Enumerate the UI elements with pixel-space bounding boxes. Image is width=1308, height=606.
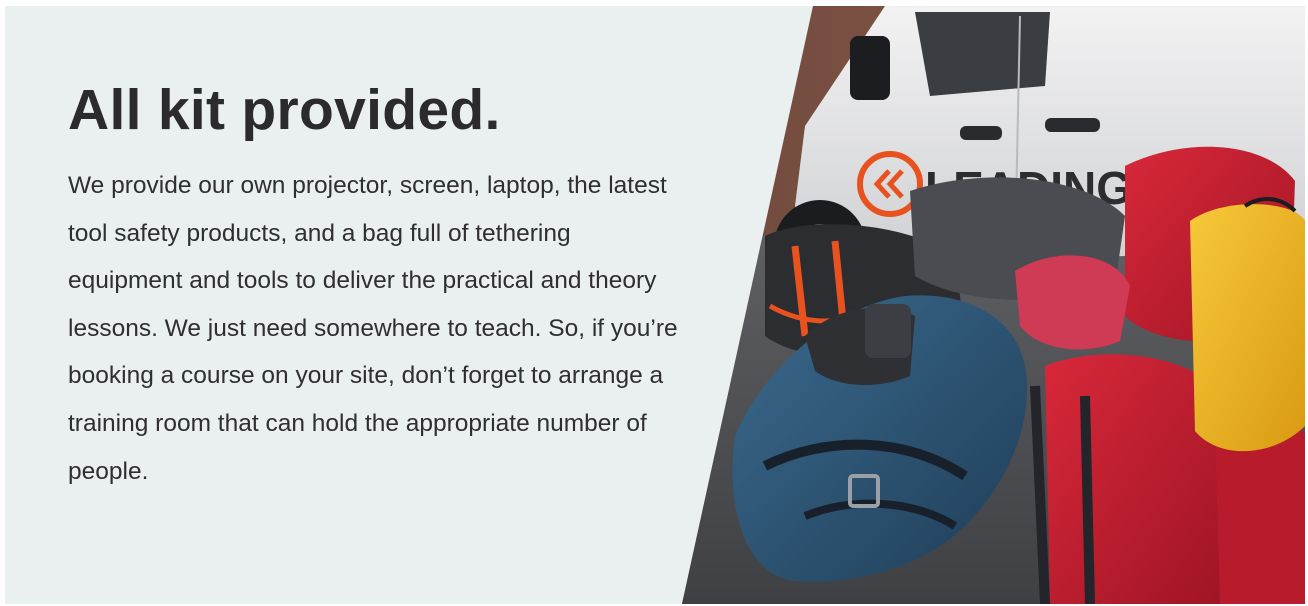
van-window xyxy=(915,12,1050,96)
kit-section: All kit provided. We provide our own pro… xyxy=(0,0,1308,606)
section-body: We provide our own projector, screen, la… xyxy=(68,172,678,485)
section-title: All kit provided. xyxy=(68,78,501,142)
yellow-bag xyxy=(1190,204,1305,452)
red-bag-bottom xyxy=(1045,354,1220,604)
van-door-handle xyxy=(960,126,1002,140)
van-mirror xyxy=(850,36,890,100)
content-panel: All kit provided. We provide our own pro… xyxy=(5,6,1305,604)
red-helmet-bag xyxy=(1015,255,1130,350)
van-door-handle-rear xyxy=(1045,118,1100,132)
text-column: All kit provided. We provide our own pro… xyxy=(68,74,708,495)
